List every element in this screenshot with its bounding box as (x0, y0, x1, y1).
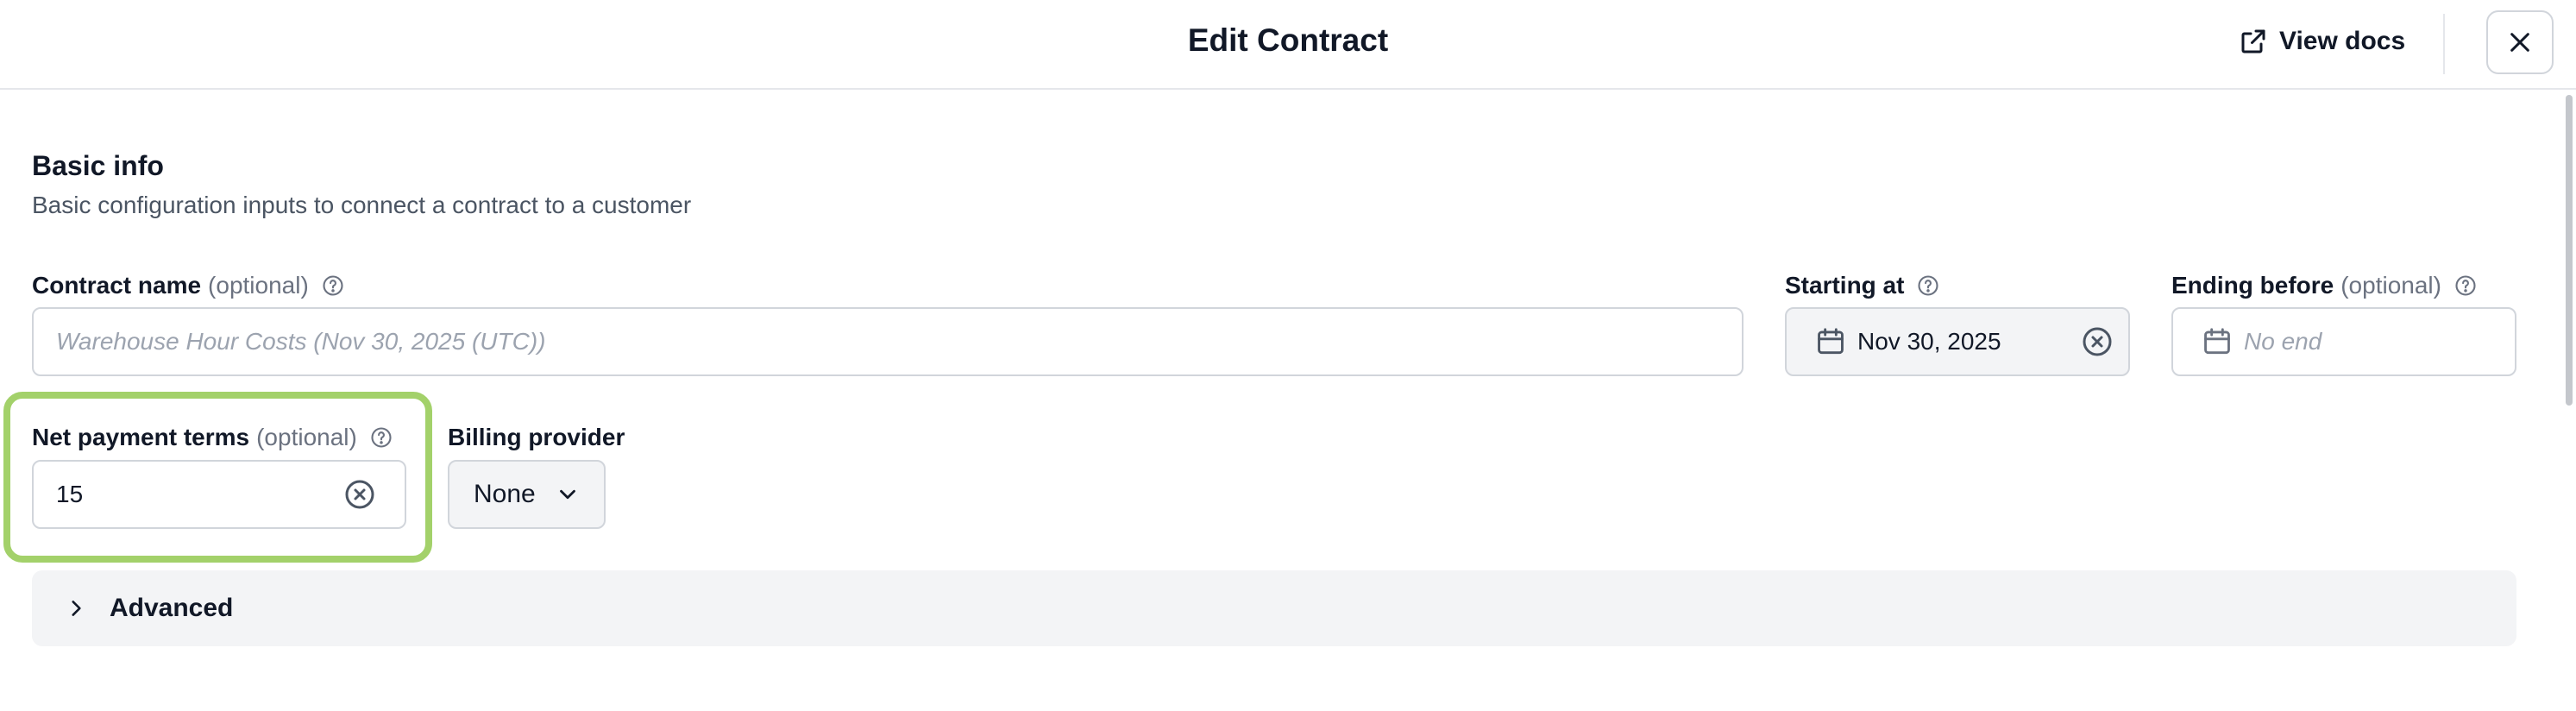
net-payment-terms-input[interactable]: 15 (32, 460, 406, 529)
section-subtitle: Basic configuration inputs to connect a … (32, 192, 692, 218)
ending-before-label: Ending before (optional) (2171, 272, 2478, 299)
clear-icon[interactable] (342, 477, 377, 512)
external-link-icon (2241, 29, 2265, 53)
scrollbar[interactable] (2566, 95, 2573, 406)
ending-before-input[interactable]: No end (2171, 307, 2516, 376)
close-icon (2510, 33, 2529, 52)
billing-provider-select[interactable]: None (448, 460, 606, 529)
billing-provider-value: None (474, 480, 536, 508)
clear-icon[interactable] (2080, 324, 2114, 359)
starting-at-value: Nov 30, 2025 (1857, 328, 2001, 355)
section-title: Basic info (32, 150, 164, 181)
starting-at-input[interactable]: Nov 30, 2025 (1785, 307, 2130, 376)
close-button[interactable] (2486, 10, 2554, 74)
net-payment-terms-label-text: Net payment terms (32, 424, 250, 450)
help-icon[interactable] (321, 274, 345, 298)
starting-at-label-text: Starting at (1785, 272, 1905, 299)
calendar-icon (2204, 328, 2230, 355)
net-payment-terms-value: 15 (56, 481, 84, 507)
contract-name-label-text: Contract name (32, 272, 202, 299)
chevron-right-icon (72, 601, 81, 616)
contract-name-label: Contract name (optional) (32, 272, 345, 299)
billing-provider-label: Billing provider (448, 424, 625, 451)
view-docs-label: View docs (2279, 27, 2406, 55)
view-docs-button[interactable]: View docs (2238, 19, 2405, 64)
chevron-down-icon (559, 489, 575, 500)
help-icon[interactable] (369, 425, 393, 450)
optional-tag: (optional) (2340, 272, 2441, 299)
contract-name-placeholder: Warehouse Hour Costs (Nov 30, 2025 (UTC)… (56, 328, 546, 355)
billing-provider-label-text: Billing provider (448, 424, 625, 450)
advanced-label: Advanced (110, 594, 234, 622)
modal-header: Edit Contract View docs (0, 0, 2576, 90)
help-icon[interactable] (2453, 274, 2478, 298)
advanced-toggle[interactable]: Advanced (32, 570, 2516, 646)
net-payment-terms-label: Net payment terms (optional) (32, 424, 393, 451)
starting-at-label: Starting at (1785, 272, 1940, 299)
page-title: Edit Contract (1187, 22, 1389, 58)
calendar-icon (1818, 328, 1844, 355)
header-divider (2443, 14, 2445, 74)
ending-before-label-text: Ending before (2171, 272, 2334, 299)
help-icon[interactable] (1916, 274, 1940, 298)
contract-name-input[interactable]: Warehouse Hour Costs (Nov 30, 2025 (UTC)… (32, 307, 1744, 376)
optional-tag: (optional) (208, 272, 309, 299)
ending-before-placeholder: No end (2244, 328, 2322, 355)
optional-tag: (optional) (256, 424, 357, 450)
